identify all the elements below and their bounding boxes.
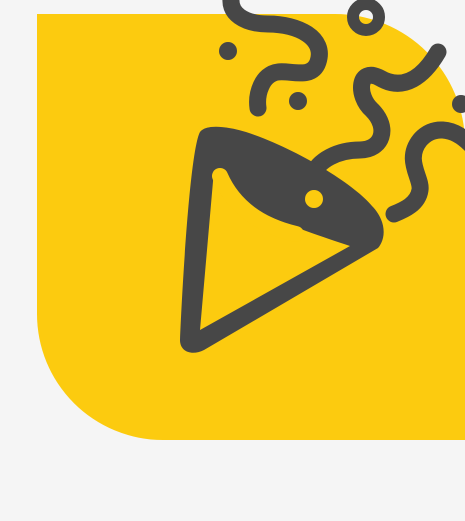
party-illustration: [0, 0, 465, 521]
party-popper-icon: [180, 0, 465, 353]
